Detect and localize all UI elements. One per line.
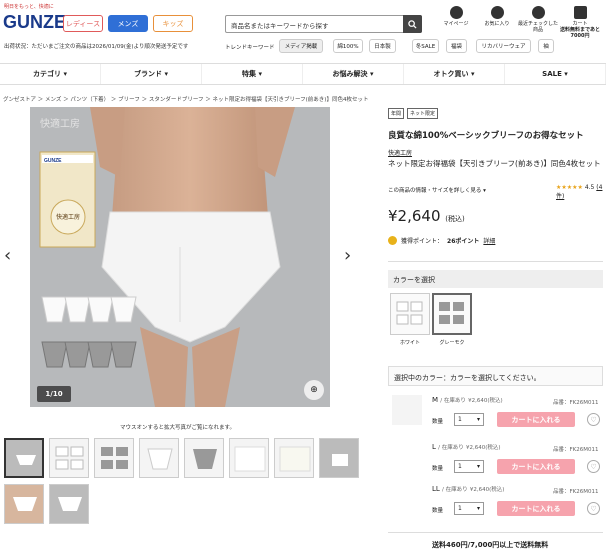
size-row-ll: LL / 在庫あり ¥2,640(税込) 品番：FK26M011 数量 1 ▾ カ… (432, 485, 600, 516)
thumbnail[interactable] (4, 438, 44, 478)
favorites-link[interactable]: お気に入り (477, 6, 517, 27)
heart-icon (490, 6, 504, 19)
breadcrumb: グンゼストア ＞ メンズ ＞ パンツ（下着） ＞ ブリーフ ＞ スタンダードブリ… (3, 97, 369, 103)
points-info: 獲得ポイント： 26ポイント 詳細 (388, 236, 495, 245)
color-label-gray: グレーモク (439, 340, 465, 346)
favorite-heart-icon[interactable]: ♡ (587, 460, 600, 473)
selected-color-heading: 選択中のカラー：カラーを選択してください。 (388, 366, 603, 386)
package-top-text: 快適工房 (40, 117, 80, 130)
add-to-cart-button[interactable]: カートに入れる (497, 459, 575, 474)
zoom-icon[interactable]: ⊕ (304, 380, 324, 400)
search-icon (408, 19, 417, 29)
check-icon (531, 6, 545, 19)
color-heading: カラーを選択 (388, 270, 603, 288)
recent-items-link[interactable]: 最近チェックした商品 (518, 6, 558, 33)
trend-chip[interactable]: 袖 (538, 39, 554, 53)
nav-deals[interactable]: オトク買い ▾ (404, 64, 505, 84)
thumbnail[interactable] (274, 438, 314, 478)
tag-badge: 年間 (388, 108, 405, 119)
nav-category[interactable]: カテゴリ ▾ (0, 64, 101, 84)
thumbnail[interactable] (139, 438, 179, 478)
main-product-image[interactable]: GUNZE 快適工房 快適工房 (30, 107, 330, 407)
brand-link[interactable]: 快適工房 (388, 148, 412, 157)
favorite-heart-icon[interactable]: ♡ (587, 502, 600, 515)
nav-sale[interactable]: SALE ▾ (505, 64, 606, 84)
product-code-l: 品番：FK26M011 (553, 447, 599, 453)
quantity-select[interactable]: 1 ▾ (454, 413, 484, 426)
trend-chip[interactable]: 日本製 (369, 39, 396, 53)
add-to-cart-button[interactable]: カートに入れる (497, 412, 575, 427)
cart-icon (573, 6, 587, 19)
color-label-white: ホワイト (399, 340, 420, 346)
size-row-m: M / 在庫あり ¥2,640(税込) 品番：FK26M011 数量 1 ▾ カー… (388, 393, 603, 443)
nav-brand[interactable]: ブランド ▾ (101, 64, 202, 84)
trend-chip[interactable]: リカバリーウェア (476, 39, 531, 53)
add-to-cart-button[interactable]: カートに入れる (497, 501, 575, 516)
color-option-gray[interactable] (432, 293, 472, 335)
thumbnail[interactable] (184, 438, 224, 478)
chevron-right-icon[interactable]: › (344, 245, 351, 266)
search-input[interactable]: 商品名またはキーワードから探す (225, 15, 422, 33)
product-headline: 良質な綿100%ベーシックブリーフのお得なセット (388, 131, 584, 141)
thumbnail[interactable] (49, 484, 89, 524)
model-photo: GUNZE 快適工房 快適工房 (39, 107, 295, 407)
thumbnail[interactable] (49, 438, 89, 478)
thumbnail[interactable] (94, 438, 134, 478)
image-counter: 1/10 (37, 386, 71, 402)
gender-ladies-button[interactable]: レディース (63, 15, 103, 32)
gender-mens-button[interactable]: メンズ (108, 15, 148, 32)
point-icon (388, 236, 397, 245)
product-tags: 年間 ネット限定 (388, 108, 439, 119)
nav-feature[interactable]: 特集 ▾ (202, 64, 303, 84)
product-name: ネット限定お得福袋【天引きブリーフ(前あき)】同色4枚セット (388, 159, 601, 168)
nav-problem-solving[interactable]: お悩み解決 ▾ (303, 64, 404, 84)
quantity-select[interactable]: 1 ▾ (454, 460, 484, 473)
thumbnail-strip (4, 438, 359, 478)
trend-chip[interactable]: 冬SALE (412, 39, 439, 53)
favorite-heart-icon[interactable]: ♡ (587, 413, 600, 426)
trend-chip[interactable]: メディア掲載 (279, 39, 323, 53)
trend-chip[interactable]: 綿100% (333, 39, 363, 53)
trend-chip[interactable]: 福袋 (446, 39, 467, 53)
gunze-logo[interactable]: GUNZE (3, 12, 66, 33)
person-icon (449, 6, 463, 19)
color-option-white[interactable] (390, 293, 430, 335)
zoom-caption: マウスオンすると拡大写真がご覧になれます。 (120, 425, 235, 431)
rating-stars[interactable]: ★★★★★ 4.5 (4件) (556, 184, 606, 200)
cart-link[interactable]: カート 送料無料まであと7000円 (560, 6, 600, 39)
tag-badge: ネット限定 (407, 108, 439, 119)
thumbnail[interactable] (319, 438, 359, 478)
logo-tagline: 明日をもっと、快適に (4, 4, 54, 10)
thumbnail[interactable] (229, 438, 269, 478)
trend-keyword-label: トレンドキーワード (225, 45, 275, 51)
search-button[interactable] (403, 15, 422, 33)
product-detail-link[interactable]: この商品の情報・サイズを詳しく見る ▾ (388, 186, 486, 194)
divider (388, 532, 603, 533)
package-brand-text: 快適工房 (56, 213, 80, 221)
thumbnail[interactable] (4, 484, 44, 524)
main-nav: カテゴリ ▾ ブランド ▾ 特集 ▾ お悩み解決 ▾ オトク買い ▾ SALE … (0, 63, 606, 85)
shipping-notice: 出荷状況：ただいまご注文の商品は2026/01/09(金)より順次発送予定です (4, 44, 189, 50)
divider (388, 261, 603, 262)
points-detail-link[interactable]: 詳細 (483, 236, 495, 245)
variant-image (392, 395, 422, 425)
thumbnail-strip-2 (4, 484, 89, 524)
shipping-info: 送料460円/7,000円以上で送料無料 (432, 541, 549, 549)
gender-kids-button[interactable]: キッズ (153, 15, 193, 32)
mypage-link[interactable]: マイページ (436, 6, 476, 27)
quantity-select[interactable]: 1 ▾ (454, 502, 484, 515)
chevron-left-icon[interactable]: ‹ (4, 245, 11, 266)
product-price: ¥2,640 (税込) (388, 207, 465, 225)
svg-text:GUNZE: GUNZE (44, 158, 62, 164)
